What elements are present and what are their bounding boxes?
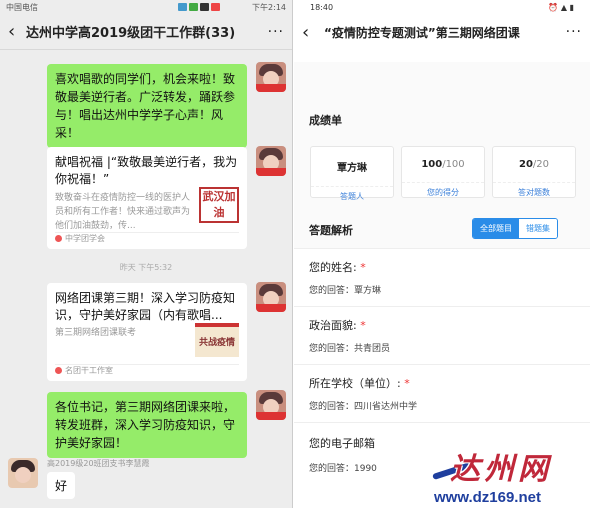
card-title: 献唱祝福 |“致敬最美逆行者，我为你祝福！”	[55, 155, 238, 186]
message-bubble[interactable]: 喜欢唱歌的同学们，机会来啦！致敬最美逆行者。广泛转发，踊跃参与！唱出达州中学学子…	[47, 64, 247, 148]
question-item: 政治面貌: * 您的回答：共青团员	[294, 306, 590, 364]
page-header: ‹ “疫情防控专题测试”第三期网络团课 ···	[294, 14, 590, 50]
page-title: “疫情防控专题测试”第三期网络团课	[324, 25, 520, 40]
message-list[interactable]: 喜欢唱歌的同学们，机会来啦！致敬最美逆行者。广泛转发，踊跃参与！唱出达州中学学子…	[0, 50, 292, 508]
status-icons: ⏰ ▲ ▮	[548, 2, 574, 12]
app-icon	[178, 3, 188, 11]
quiz-result-screen: 18:40 ⏰ ▲ ▮ ‹ “疫情防控专题测试”第三期网络团课 ··· 成绩单 …	[294, 0, 590, 508]
question-text: 您的姓名:	[309, 261, 357, 274]
scorecard-title: 成绩单	[309, 114, 342, 127]
app-icon	[189, 3, 199, 11]
score-value: 100	[421, 159, 443, 170]
card-source: 中学团学会	[55, 233, 105, 244]
score-box-points: 100/100 您的得分	[401, 146, 485, 198]
score-label: 答对题数	[493, 182, 575, 198]
wechat-chat-screen: 中国电信 下午2:14 ‹ 达州中学高2019级团干工作群(33) ··· 喜欢…	[0, 0, 293, 508]
avatar[interactable]	[8, 458, 38, 488]
card-source: 名团干工作室	[55, 365, 113, 376]
message-bubble[interactable]: 各位书记，第三期网络团课来啦，转发班群，深入学习防疫知识，守护美好家园！	[47, 392, 247, 458]
source-icon	[55, 367, 62, 374]
analysis-title: 答题解析	[309, 224, 353, 237]
watermark-logo-text: 达州网	[450, 452, 552, 487]
link-card[interactable]: 献唱祝福 |“致敬最美逆行者，我为你祝福！” 致敬奋斗在疫情防控一线的医护人员和…	[47, 147, 247, 249]
avatar[interactable]	[256, 62, 286, 92]
answer-text: 您的回答：覃方琳	[309, 286, 382, 296]
score-value: 20	[518, 159, 533, 170]
question-text: 您的电子邮箱	[309, 437, 375, 450]
card-thumbnail: 共战疫情	[195, 323, 239, 357]
answer-filter-tabs: 全部题目 错题集	[472, 218, 558, 239]
thumbnail-text: 共战疫情	[198, 338, 235, 348]
required-marker: *	[360, 319, 366, 332]
link-card[interactable]: 网络团课第三期！深入学习防疫知识，守护美好家园（内有歌唱... 第三期网络团课联…	[47, 283, 247, 381]
status-icons: 下午2:14	[178, 2, 286, 13]
time-label: 18:40	[310, 2, 334, 12]
back-arrow-icon[interactable]: ‹	[302, 22, 324, 43]
site-watermark: 达州网 www.dz169.net	[432, 442, 590, 508]
time-label: 下午2:14	[252, 2, 286, 12]
chat-title: 达州中学高2019级团干工作群(33)	[26, 26, 236, 41]
time-separator: 昨天 下午5:32	[119, 263, 173, 272]
answer-text: 您的回答：四川省达州中学	[309, 402, 418, 412]
required-marker: *	[360, 261, 366, 274]
watermark-url: www.dz169.net	[434, 489, 541, 506]
source-icon	[55, 235, 62, 242]
card-title: 网络团课第三期！深入学习防疫知识，守护美好家园（内有歌唱...	[55, 291, 236, 322]
chat-header: ‹ 达州中学高2019级团干工作群(33) ···	[0, 14, 292, 50]
app-icon	[211, 3, 221, 11]
score-box-name: 覃方琳 答题人	[310, 146, 394, 201]
avatar[interactable]	[256, 146, 286, 176]
card-description: 第三期网络团课联考	[55, 328, 137, 338]
question-item: 您的姓名: * 您的回答：覃方琳	[294, 248, 590, 306]
back-arrow-icon[interactable]: ‹	[8, 21, 26, 42]
question-text: 所在学校（单位）:	[309, 377, 401, 390]
avatar[interactable]	[256, 282, 286, 312]
more-icon[interactable]: ···	[566, 24, 582, 40]
tab-wrong-questions[interactable]: 错题集	[519, 219, 557, 238]
more-icon[interactable]: ···	[268, 24, 284, 40]
answer-text: 您的回答：共青团员	[309, 344, 391, 354]
score-label: 答题人	[311, 186, 393, 202]
question-item: 所在学校（单位）: * 您的回答：四川省达州中学	[294, 364, 590, 422]
required-marker: *	[404, 377, 410, 390]
message-bubble[interactable]: 好	[47, 472, 76, 499]
status-bar: 中国电信 下午2:14	[0, 0, 292, 14]
score-box-correct: 20/20 答对题数	[492, 146, 576, 198]
answer-text: 您的回答：1990	[309, 464, 377, 474]
score-value: 覃方琳	[337, 163, 367, 174]
app-icon	[200, 3, 210, 11]
score-label: 您的得分	[402, 182, 484, 198]
card-description: 致敬奋斗在疫情防控一线的医护人员和所有工作者！快来通过歌声为他们加油鼓劲，传..…	[55, 193, 191, 231]
tab-all-questions[interactable]: 全部题目	[473, 219, 519, 238]
sender-name: 高2019级20班团支书李慧霞	[47, 459, 150, 468]
card-thumbnail: 武汉加油	[199, 187, 239, 223]
status-bar: 18:40 ⏰ ▲ ▮	[294, 0, 590, 14]
avatar[interactable]	[256, 390, 286, 420]
question-text: 政治面貌:	[309, 319, 357, 332]
thumbnail-text: 武汉加油	[202, 190, 236, 219]
carrier-label: 中国电信	[6, 2, 38, 12]
